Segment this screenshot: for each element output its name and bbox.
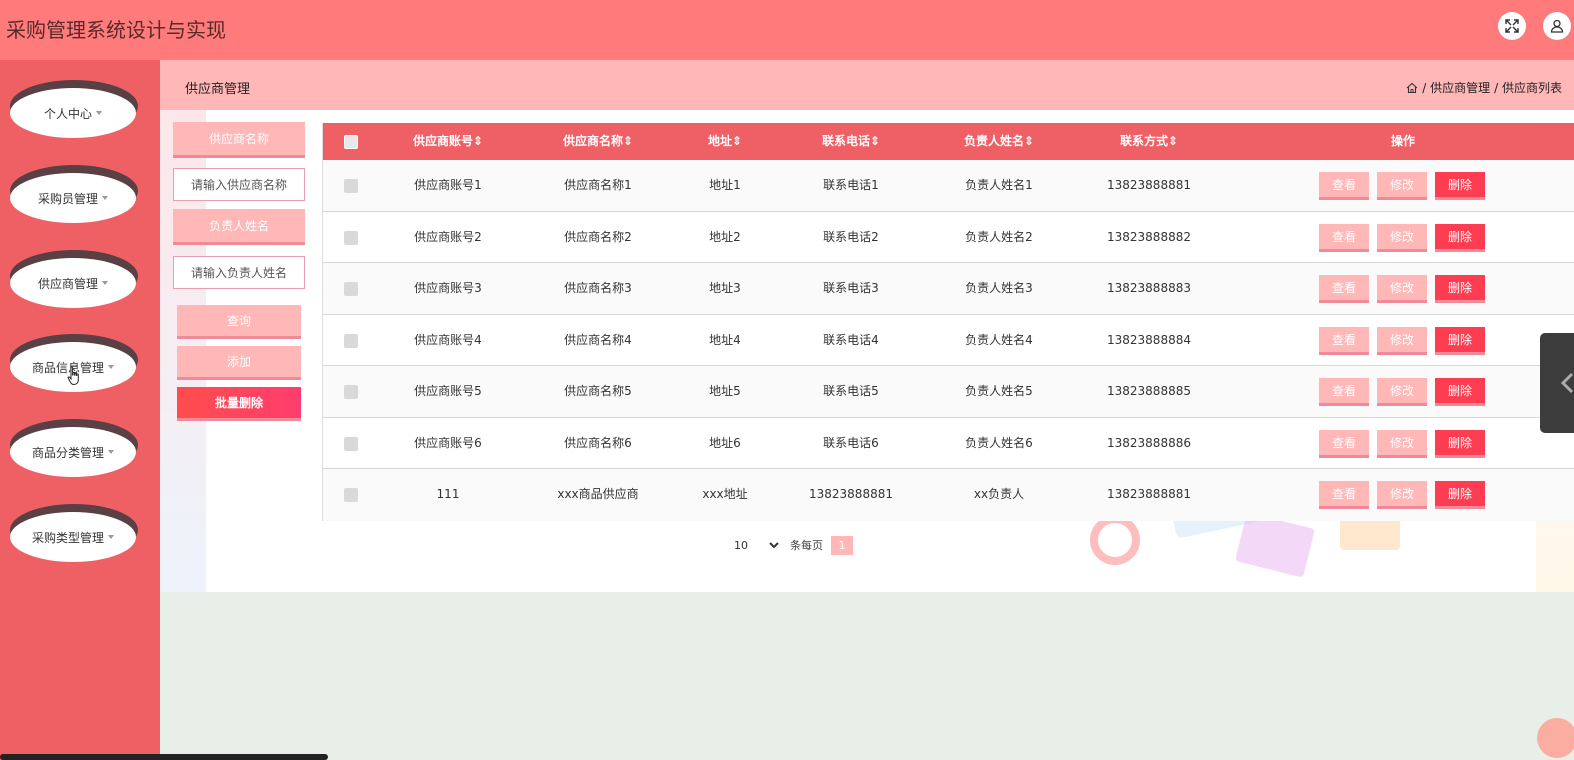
edit-button[interactable]: 修改 (1377, 481, 1427, 509)
table-row: 供应商账号2 供应商名称2 地址2 联系电话2 负责人姓名2 138238888… (323, 212, 1574, 263)
edit-button[interactable]: 修改 (1377, 326, 1427, 355)
delete-button[interactable]: 删除 (1435, 481, 1485, 509)
view-button[interactable]: 查看 (1319, 275, 1369, 303)
row-checkbox[interactable] (344, 333, 358, 348)
sidebar-item-label: 采购类型管理 (31, 530, 104, 545)
column-header-account[interactable]: 供应商账号⇕ (398, 123, 498, 160)
table-row: 111 xxx商品供应商 xxx地址 13823888881 xx负责人 138… (323, 469, 1574, 521)
supplier-name-label: 供应商名称 (173, 122, 305, 158)
page-header: 供应商管理 / 供应商管理 / 供应商列表 (160, 60, 1574, 110)
delete-button[interactable]: 删除 (1435, 429, 1485, 458)
delete-button[interactable]: 删除 (1435, 378, 1485, 406)
row-checkbox[interactable] (344, 282, 358, 296)
table-row: 供应商账号6 供应商名称6 地址6 联系电话6 负责人姓名6 138238888… (323, 418, 1574, 469)
horizontal-scrollbar[interactable] (0, 754, 328, 760)
sidebar-item-label: 商品分类管理 (31, 445, 104, 460)
table-row: 供应商账号5 供应商名称5 地址5 联系电话5 负责人姓名5 138238888… (323, 366, 1574, 418)
caret-down-icon (108, 535, 114, 539)
app-title: 采购管理系统设计与实现 (6, 18, 226, 42)
page-size-select[interactable]: 10 (730, 535, 782, 555)
breadcrumb-supplier-list: / 供应商列表 (1494, 81, 1562, 95)
user-button[interactable] (1543, 12, 1571, 40)
sort-icon[interactable]: ⇕ (623, 134, 633, 148)
table-row: 供应商账号1 供应商名称1 地址1 联系电话1 负责人姓名1 138238888… (323, 160, 1574, 212)
sort-icon[interactable]: ⇕ (1024, 134, 1034, 148)
sidebar-item-label: 采购员管理 (37, 191, 98, 206)
edit-button[interactable]: 修改 (1377, 172, 1427, 200)
delete-button[interactable]: 删除 (1435, 275, 1485, 303)
hand-cursor-icon (67, 366, 79, 386)
column-header-address[interactable]: 地址⇕ (675, 123, 775, 160)
decorative-shape (1234, 512, 1316, 578)
view-button[interactable]: 查看 (1319, 378, 1369, 406)
sidebar-item-purchase-type[interactable]: 采购类型管理 (10, 504, 138, 562)
per-page-label: 条每页 (790, 539, 823, 552)
column-header-phone[interactable]: 联系电话⇕ (801, 123, 901, 160)
view-button[interactable]: 查看 (1319, 326, 1369, 355)
pagination: 10 条每页 1 (730, 535, 853, 555)
query-button[interactable]: 查询 (177, 305, 301, 339)
add-button[interactable]: 添加 (177, 346, 301, 380)
row-checkbox[interactable] (344, 230, 358, 245)
row-checkbox[interactable] (344, 488, 358, 502)
top-bar: 采购管理系统设计与实现 (0, 0, 1574, 60)
fullscreen-button[interactable] (1498, 12, 1526, 40)
home-icon[interactable] (1406, 82, 1418, 94)
sidebar-item-label: 供应商管理 (37, 276, 98, 291)
row-checkbox[interactable] (344, 385, 358, 399)
column-header-person[interactable]: 负责人姓名⇕ (949, 123, 1049, 160)
batch-delete-button[interactable]: 批量删除 (177, 387, 301, 421)
row-checkbox[interactable] (344, 179, 358, 193)
expand-icon (1505, 19, 1519, 33)
delete-button[interactable]: 删除 (1435, 223, 1485, 252)
person-name-label: 负责人姓名 (173, 209, 305, 245)
breadcrumb-supplier-management[interactable]: / 供应商管理 (1422, 79, 1490, 96)
sort-icon[interactable]: ⇕ (473, 134, 483, 148)
supplier-table: 供应商账号⇕ 供应商名称⇕ 地址⇕ 联系电话⇕ 负责人姓名⇕ 联系方式⇕ 操作 … (322, 123, 1574, 521)
view-button[interactable]: 查看 (1319, 172, 1369, 200)
sort-icon[interactable]: ⇕ (1168, 134, 1178, 148)
page-button-current[interactable]: 1 (831, 535, 853, 555)
edit-button[interactable]: 修改 (1377, 429, 1427, 458)
row-checkbox[interactable] (344, 436, 358, 451)
sidebar-item-label: 个人中心 (43, 106, 92, 121)
user-icon (1550, 19, 1564, 33)
column-header-contact[interactable]: 联系方式⇕ (1099, 123, 1199, 160)
edit-button[interactable]: 修改 (1377, 275, 1427, 303)
sidebar-item-supplier[interactable]: 供应商管理 (10, 250, 138, 308)
column-header-actions: 操作 (1390, 134, 1415, 148)
sidebar-item-product-category[interactable]: 商品分类管理 (10, 419, 138, 477)
chevron-left-icon (1560, 372, 1574, 394)
floating-action-button[interactable] (1537, 718, 1574, 758)
delete-button[interactable]: 删除 (1435, 326, 1485, 355)
edit-button[interactable]: 修改 (1377, 378, 1427, 406)
column-header-name[interactable]: 供应商名称⇕ (548, 123, 648, 160)
sort-icon[interactable]: ⇕ (732, 134, 742, 148)
caret-down-icon (96, 111, 102, 115)
table-row: 供应商账号3 供应商名称3 地址3 联系电话3 负责人姓名3 138238888… (323, 263, 1574, 315)
table-header: 供应商账号⇕ 供应商名称⇕ 地址⇕ 联系电话⇕ 负责人姓名⇕ 联系方式⇕ 操作 (323, 123, 1574, 160)
caret-down-icon (108, 450, 114, 454)
sort-icon[interactable]: ⇕ (870, 134, 880, 148)
decorative-ring (1090, 515, 1140, 565)
select-all-checkbox[interactable] (344, 135, 358, 149)
caret-down-icon (108, 365, 114, 369)
breadcrumb: / 供应商管理 / 供应商列表 (1406, 79, 1562, 96)
caret-down-icon (102, 196, 108, 200)
sidebar-item-personal-center[interactable]: 个人中心 (10, 80, 138, 138)
supplier-name-input[interactable] (173, 168, 305, 201)
edit-button[interactable]: 修改 (1377, 223, 1427, 252)
table-row: 供应商账号4 供应商名称4 地址4 联系电话4 负责人姓名4 138238888… (323, 315, 1574, 366)
view-button[interactable]: 查看 (1319, 481, 1369, 509)
right-panel-toggle[interactable] (1540, 333, 1574, 433)
sidebar-item-purchaser[interactable]: 采购员管理 (10, 165, 138, 223)
caret-down-icon (102, 281, 108, 285)
view-button[interactable]: 查看 (1319, 223, 1369, 252)
view-button[interactable]: 查看 (1319, 429, 1369, 458)
page-title: 供应商管理 (185, 82, 251, 97)
delete-button[interactable]: 删除 (1435, 172, 1485, 200)
person-name-input[interactable] (173, 256, 305, 289)
